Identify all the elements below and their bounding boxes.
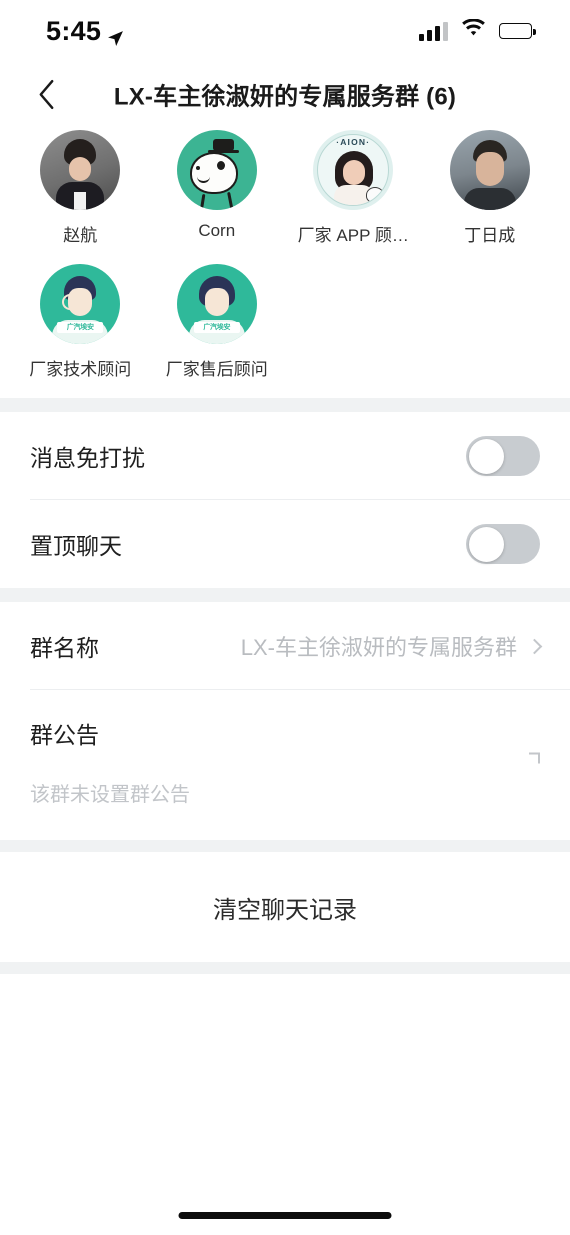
- status-bar: 5:45: [0, 0, 570, 62]
- chevron-right-icon: [529, 752, 540, 764]
- avatar[interactable]: [40, 130, 121, 210]
- row-label: 群名称: [30, 635, 99, 661]
- member-item[interactable]: ·AION· 厂家 APP 顾…: [285, 130, 422, 246]
- row-mute[interactable]: 消息免打扰: [0, 412, 570, 500]
- row-pin[interactable]: 置顶聊天: [0, 500, 570, 588]
- group-name-value: LX-车主徐淑妍的专属服务群: [240, 635, 517, 660]
- preferences-card: 消息免打扰 置顶聊天: [0, 412, 570, 588]
- avatar[interactable]: ·AION·: [313, 130, 394, 210]
- row-label: 置顶聊天: [30, 533, 122, 559]
- clear-history-label: 清空聊天记录: [213, 896, 357, 924]
- status-bar-indicators: [419, 18, 536, 43]
- pin-toggle[interactable]: [466, 524, 540, 564]
- row-group-notice[interactable]: 群公告 该群未设置群公告: [0, 690, 570, 826]
- section-gap: [0, 398, 570, 412]
- location-arrow-icon: [107, 23, 124, 46]
- section-gap: [0, 962, 570, 974]
- status-bar-time-group: 5:45: [46, 16, 124, 47]
- member-name: 厂家技术顾问: [29, 360, 132, 379]
- avatar[interactable]: 广汽埃安: [40, 264, 121, 344]
- member-item[interactable]: 赵航: [12, 130, 149, 246]
- member-name: 赵航: [63, 226, 98, 245]
- chevron-right-icon: [526, 638, 543, 654]
- wifi-icon: [461, 18, 486, 43]
- member-name: Corn: [198, 221, 236, 240]
- home-indicator[interactable]: [178, 1212, 392, 1219]
- battery-icon: [499, 23, 536, 39]
- section-gap: [0, 588, 570, 602]
- member-name: 丁日成: [464, 226, 516, 245]
- member-item[interactable]: 丁日成: [422, 130, 559, 246]
- clear-history-card: 清空聊天记录: [0, 852, 570, 962]
- group-notice-value: 该群未设置群公告: [30, 784, 190, 806]
- avatar[interactable]: [176, 130, 257, 210]
- member-item[interactable]: 广汽埃安 厂家售后顾问: [149, 264, 286, 380]
- mute-toggle[interactable]: [466, 436, 540, 476]
- member-item[interactable]: 广汽埃安 厂家技术顾问: [12, 264, 149, 380]
- member-name: 厂家 APP 顾…: [297, 226, 409, 245]
- section-gap: [0, 840, 570, 852]
- phone-screen: 5:45 LX-车主徐淑妍的专属服务群 (6) 赵航 Corn ·AION· 厂…: [0, 0, 570, 1235]
- clear-history-button[interactable]: 清空聊天记录: [0, 852, 570, 962]
- avatar[interactable]: [449, 130, 530, 210]
- member-grid: 赵航 Corn ·AION· 厂家 APP 顾… 丁日成 广汽埃安 厂家技术顾问…: [0, 130, 570, 398]
- nav-bar: LX-车主徐淑妍的专属服务群 (6): [0, 62, 570, 126]
- page-title: LX-车主徐淑妍的专属服务群 (6): [113, 83, 457, 111]
- cellular-signal-icon: [419, 21, 448, 41]
- avatar[interactable]: 广汽埃安: [176, 264, 257, 344]
- row-label: 群公告: [30, 722, 99, 748]
- row-label: 消息免打扰: [30, 445, 145, 471]
- member-name: 厂家售后顾问: [165, 360, 268, 379]
- clock-label: 5:45: [46, 15, 102, 46]
- group-info-card: 群名称 LX-车主徐淑妍的专属服务群 群公告 该群未设置群公告: [0, 602, 570, 826]
- row-group-name[interactable]: 群名称 LX-车主徐淑妍的专属服务群: [0, 602, 570, 690]
- member-item[interactable]: Corn: [149, 130, 286, 246]
